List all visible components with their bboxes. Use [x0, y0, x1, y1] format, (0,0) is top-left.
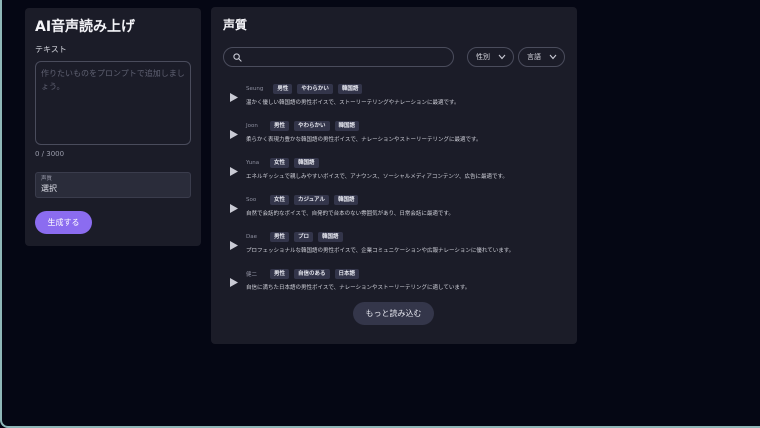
voice-tag: 男性 [270, 268, 290, 279]
voice-meta: Joon 男性 やわらかい 韓国語 [246, 120, 364, 131]
voice-description: エネルギッシュで親しみやすいボイスで、アナウンス、ソーシャルメディアコンテンツ、… [246, 174, 508, 180]
load-more-button[interactable]: もっと読み込む [353, 302, 434, 325]
voice-meta: 健二 男性 自信のある 日本語 [246, 268, 364, 279]
voice-search [223, 47, 454, 67]
voice-list: Seung 男性 やわらかい 韓国語 温かく優しい韓国語の男性ボイスで、ストーリーテ… [223, 83, 565, 305]
voice-select-value: 選択 [41, 184, 57, 193]
chevron-down-icon [498, 54, 506, 60]
voice-tag: 男性 [270, 120, 290, 131]
voice-list-item[interactable]: 健二 男性 自信のある 日本語 自信に満ちた日本語の男性ボイスで、ナレーションやスト… [223, 268, 565, 305]
voice-panel: 声質 性別 言語 Seung 男性 やわらかい 韓国語 温かく優しい韓国語の男性… [211, 7, 577, 344]
voice-section-title: 声質 [223, 18, 248, 32]
char-counter: 0 / 3000 [35, 150, 65, 158]
voice-description: 柔らかく表現力豊かな韓国語の男性ボイスで、ナレーションやストーリーテリングに最適… [246, 137, 482, 143]
play-icon[interactable] [230, 204, 240, 214]
voice-search-input[interactable] [246, 50, 446, 64]
app-title: AI音声読み上げ [35, 19, 136, 35]
search-icon [233, 53, 242, 62]
voice-name: Joon [246, 122, 258, 129]
voice-tag: やわらかい [297, 83, 333, 94]
voice-select-label: 声質 [41, 176, 53, 182]
voice-tag: 女性 [270, 157, 290, 168]
voice-name: Soo [246, 196, 257, 203]
text-label: テキスト [35, 45, 67, 54]
voice-tag: 韓国語 [294, 157, 319, 168]
gender-filter-label: 性別 [476, 53, 490, 61]
voice-meta: Yuna 女性 韓国語 [246, 157, 324, 168]
voice-meta: Seung 男性 やわらかい 韓国語 [246, 83, 367, 94]
voice-tag: 男性 [270, 231, 290, 242]
chevron-down-icon [549, 54, 557, 60]
voice-list-item[interactable]: Seung 男性 やわらかい 韓国語 温かく優しい韓国語の男性ボイスで、ストーリーテ… [223, 83, 565, 120]
voice-tag: 日本語 [334, 268, 360, 279]
voice-meta: Dae 男性 プロ 韓国語 [246, 231, 348, 242]
voice-name: Yuna [246, 159, 260, 166]
voice-description: プロフェッショナルな韓国語の男性ボイスで、企業コミュニケーションや広報ナレーショ… [246, 248, 515, 254]
voice-meta: Soo 女性 カジュアル 韓国語 [246, 194, 363, 205]
voice-list-item[interactable]: Soo 女性 カジュアル 韓国語 自然で会話的なボイスで、自発的で台本のない雰囲気が… [223, 194, 565, 231]
voice-name: 健二 [246, 271, 258, 278]
voice-tag: プロ [294, 231, 314, 242]
voice-description: 自信に満ちた日本語の男性ボイスで、ナレーションやストーリーテリングに適しています… [246, 285, 471, 291]
voice-tag: 韓国語 [334, 120, 360, 131]
voice-description: 自然で会話的なボイスで、自発的で台本のない雰囲気があり、日常会話に最適です。 [246, 211, 454, 217]
voice-name: Seung [246, 85, 264, 92]
voice-tag: 自信のある [294, 268, 330, 279]
language-filter-dropdown[interactable]: 言語 [518, 47, 565, 67]
voice-select[interactable]: 声質 選択 [35, 172, 191, 198]
play-icon[interactable] [230, 167, 240, 177]
language-filter-label: 言語 [527, 53, 541, 61]
tts-input-panel: AI音声読み上げ テキスト 0 / 3000 声質 選択 生成する [25, 8, 201, 246]
voice-list-item[interactable]: Yuna 女性 韓国語 エネルギッシュで親しみやすいボイスで、アナウンス、ソーシャ… [223, 157, 565, 194]
voice-toolbar: 性別 言語 [223, 47, 565, 69]
voice-tag: 男性 [273, 83, 293, 94]
play-icon[interactable] [230, 130, 240, 140]
play-icon[interactable] [230, 278, 240, 288]
voice-tag: 韓国語 [337, 83, 363, 94]
voice-tag: 女性 [270, 194, 290, 205]
play-icon[interactable] [230, 241, 240, 251]
voice-tag: 韓国語 [318, 231, 343, 242]
voice-tag: 韓国語 [333, 194, 359, 205]
play-icon[interactable] [230, 93, 240, 103]
voice-list-item[interactable]: Dae 男性 プロ 韓国語 プロフェッショナルな韓国語の男性ボイスで、企業コミュニケ… [223, 231, 565, 268]
voice-tag: カジュアル [294, 194, 329, 205]
gender-filter-dropdown[interactable]: 性別 [467, 47, 514, 67]
prompt-textarea[interactable] [35, 61, 191, 145]
generate-button[interactable]: 生成する [35, 211, 92, 234]
voice-list-item[interactable]: Joon 男性 やわらかい 韓国語 柔らかく表現力豊かな韓国語の男性ボイスで、ナレー… [223, 120, 565, 157]
voice-description: 温かく優しい韓国語の男性ボイスで、ストーリーテリングやナレーションに最適です。 [246, 100, 460, 106]
voice-name: Dae [246, 233, 257, 240]
voice-tag: やわらかい [294, 120, 330, 131]
